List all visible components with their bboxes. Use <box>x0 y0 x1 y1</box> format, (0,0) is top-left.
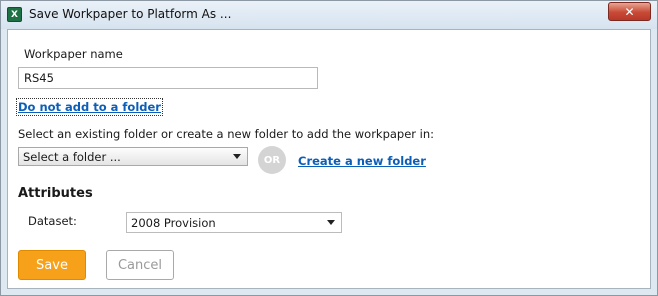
chevron-down-icon <box>233 154 241 159</box>
dialog-body: Workpaper name RS45 Do not add to a fold… <box>7 29 651 289</box>
close-button[interactable]: ✕ <box>608 2 651 21</box>
create-new-folder-link[interactable]: Create a new folder <box>298 154 426 168</box>
cancel-button[interactable]: Cancel <box>106 250 174 280</box>
folder-select-value: Select a folder ... <box>23 150 121 164</box>
dataset-select-value: 2008 Provision <box>131 216 216 230</box>
save-button[interactable]: Save <box>18 250 86 280</box>
or-badge: OR <box>258 146 286 174</box>
attributes-heading: Attributes <box>18 186 93 201</box>
chevron-down-icon <box>327 220 335 225</box>
folder-select[interactable]: Select a folder ... <box>18 147 248 166</box>
close-icon: ✕ <box>624 4 635 19</box>
dataset-select[interactable]: 2008 Provision <box>126 212 342 233</box>
title-bar: X Save Workpaper to Platform As ... ✕ <box>1 1 657 29</box>
dataset-label: Dataset: <box>28 214 77 228</box>
excel-icon: X <box>7 7 22 22</box>
do-not-add-to-folder-link[interactable]: Do not add to a folder <box>16 98 163 116</box>
folder-instruction-text: Select an existing folder or create a ne… <box>18 127 435 141</box>
save-workpaper-dialog: X Save Workpaper to Platform As ... ✕ Wo… <box>0 0 658 296</box>
workpaper-name-input[interactable]: RS45 <box>18 67 318 89</box>
workpaper-name-label: Workpaper name <box>24 47 123 61</box>
window-title: Save Workpaper to Platform As ... <box>29 7 232 21</box>
